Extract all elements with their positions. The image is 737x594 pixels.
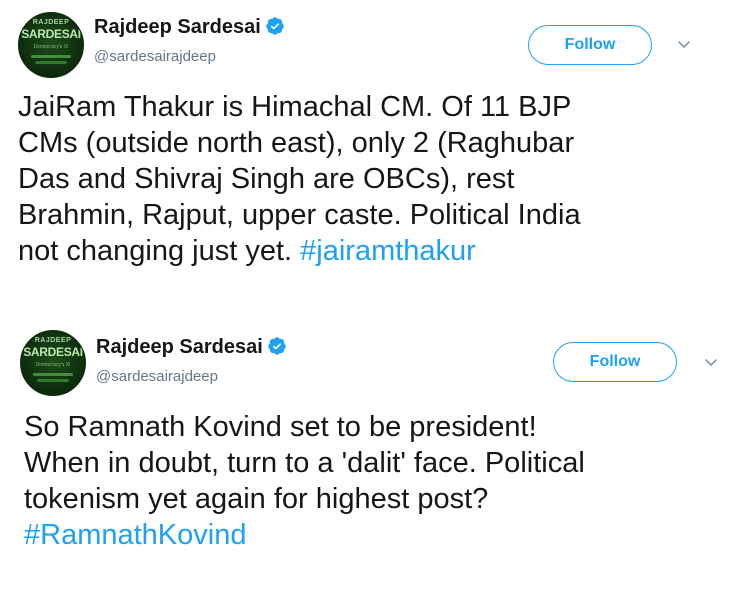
- tweet-card: RAJDEEP SARDESAI Democracy's XI Rajdeep …: [0, 0, 737, 300]
- tweet-card: RAJDEEP SARDESAI Democracy's XI Rajdeep …: [0, 318, 737, 594]
- avatar-decoration: [37, 379, 69, 382]
- verified-badge-icon: [265, 16, 285, 42]
- tweet-text-line: When in doubt, turn to a 'dalit' face. P…: [24, 447, 585, 479]
- avatar-sub-text: Democracy's XI: [35, 362, 71, 368]
- author-name-row[interactable]: Rajdeep Sardesai: [96, 336, 287, 362]
- verified-badge-icon: [267, 336, 287, 362]
- tweet-text-line: not changing just yet. #jairamthakur: [18, 233, 718, 269]
- tweet-text-line: Das and Shivraj Singh are OBCs), rest: [18, 163, 515, 195]
- tweet-text-line: So Ramnath Kovind set to be president!: [24, 411, 537, 443]
- author-handle[interactable]: @sardesairajdeep: [96, 368, 218, 385]
- avatar-top-text: RAJDEEP: [34, 337, 72, 344]
- tweet-text-segment: not changing just yet.: [18, 235, 301, 267]
- hashtag-link[interactable]: #RamnathKovind: [24, 519, 246, 551]
- author-name[interactable]: Rajdeep Sardesai: [94, 16, 261, 38]
- avatar-main-text: SARDESAI: [23, 345, 83, 359]
- author-name-row[interactable]: Rajdeep Sardesai: [94, 16, 285, 42]
- hashtag-link[interactable]: #jairamthakur: [300, 235, 476, 267]
- tweet-text-line: JaiRam Thakur is Himachal CM. Of 11 BJP: [18, 91, 572, 123]
- chevron-down-icon[interactable]: [704, 358, 718, 368]
- follow-button[interactable]: Follow: [528, 25, 652, 65]
- tweet-text-line: CMs (outside north east), only 2 (Raghub…: [18, 127, 575, 159]
- avatar-main-text: SARDESAI: [21, 27, 81, 41]
- avatar-decoration: [35, 61, 67, 64]
- avatar-top-text: RAJDEEP: [32, 19, 70, 26]
- tweet-text-line: #RamnathKovind: [24, 517, 724, 553]
- author-name[interactable]: Rajdeep Sardesai: [96, 336, 263, 358]
- avatar[interactable]: RAJDEEP SARDESAI Democracy's XI: [20, 330, 86, 396]
- avatar[interactable]: RAJDEEP SARDESAI Democracy's XI: [18, 12, 84, 78]
- author-handle[interactable]: @sardesairajdeep: [94, 48, 216, 65]
- tweet-text-line: tokenism yet again for highest post?: [24, 483, 489, 515]
- avatar-sub-text: Democracy's XI: [33, 44, 69, 50]
- chevron-down-icon[interactable]: [677, 40, 691, 50]
- tweet-text-line: Brahmin, Rajput, upper caste. Political …: [18, 199, 581, 231]
- tweet-text: So Ramnath Kovind set to be president! W…: [24, 409, 724, 553]
- tweet-text: JaiRam Thakur is Himachal CM. Of 11 BJP …: [18, 89, 718, 269]
- follow-button[interactable]: Follow: [553, 342, 677, 382]
- avatar-decoration: [33, 373, 73, 376]
- avatar-decoration: [31, 55, 71, 58]
